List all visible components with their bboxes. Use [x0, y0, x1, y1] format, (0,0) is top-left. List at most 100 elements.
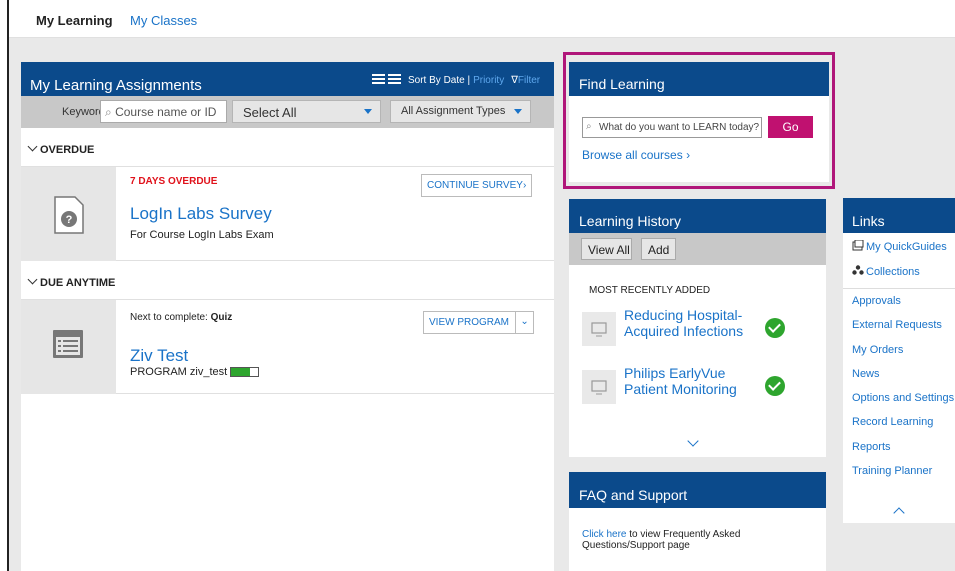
next-to-complete: Next to complete: Quiz — [130, 312, 232, 323]
survey-document-icon: ? — [54, 196, 84, 234]
link-training-planner[interactable]: Training Planner — [852, 465, 932, 477]
collections-link[interactable]: Collections — [852, 265, 920, 278]
chevron-down-icon[interactable] — [687, 435, 699, 447]
learning-history-title: Learning History — [579, 213, 681, 229]
search-icon: ⌕ — [586, 121, 592, 132]
faq-title: FAQ and Support — [579, 487, 688, 503]
assignment-thumbnail: ? — [21, 167, 116, 261]
overdue-section-toggle[interactable]: OVERDUE — [21, 128, 554, 167]
find-learning-header: Find Learning — [569, 62, 829, 96]
completed-check-icon — [765, 318, 785, 338]
select-all-value: Select All — [243, 105, 297, 120]
keyword-label: Keyword — [62, 106, 105, 118]
find-learning-title: Find Learning — [579, 76, 665, 92]
link-news[interactable]: News — [852, 368, 880, 380]
due-anytime-label: DUE ANYTIME — [40, 277, 116, 289]
link-options-settings[interactable]: Options and Settings — [852, 392, 954, 404]
assignment-item: ? 7 DAYS OVERDUE LogIn Labs Survey For C… — [21, 167, 554, 261]
chevron-down-icon — [27, 141, 38, 152]
sort-by-date[interactable]: Sort By Date | — [408, 75, 470, 86]
learning-history-panel: Learning History View All Add MOST RECEN… — [569, 199, 826, 457]
list-view-icon[interactable] — [372, 74, 385, 86]
search-icon: ⌕ — [105, 105, 112, 119]
find-learning-panel: Find Learning ⌕ What do you want to LEAR… — [569, 62, 829, 182]
filter-link[interactable]: Filter — [518, 75, 540, 86]
monitor-icon — [582, 312, 616, 346]
program-progress-fill — [231, 368, 251, 377]
assignment-types-value: All Assignment Types — [401, 105, 506, 117]
history-item-title-link[interactable]: Reducing Hospital-Acquired Infections — [624, 307, 764, 339]
go-button[interactable]: Go — [768, 116, 813, 138]
chevron-right-icon: › — [522, 180, 527, 191]
program-info: PROGRAM ziv_test — [130, 366, 260, 378]
assignment-title-link[interactable]: LogIn Labs Survey — [130, 204, 272, 224]
monitor-icon — [582, 370, 616, 404]
link-record-learning[interactable]: Record Learning — [852, 416, 933, 428]
detail-view-icon[interactable] — [388, 74, 401, 86]
learn-search-placeholder: What do you want to LEARN today? — [599, 122, 760, 133]
history-item: Philips EarlyVue Patient Monitoring — [582, 365, 812, 409]
chevron-right-icon: › — [686, 148, 691, 162]
chevron-up-icon[interactable] — [893, 507, 905, 519]
faq-text: Click here to view Frequently Asked Ques… — [582, 529, 782, 551]
view-program-button[interactable]: VIEW PROGRAM ⌄ — [423, 311, 535, 334]
next-prefix: Next to complete: — [130, 312, 208, 323]
chevron-down-icon — [364, 109, 372, 114]
links-panel: Links My QuickGuides Collections Approva… — [843, 198, 955, 523]
history-item-title-link[interactable]: Philips EarlyVue Patient Monitoring — [624, 365, 764, 397]
assignments-filter-bar: Keyword ⌕ Course name or ID Select All A… — [21, 96, 554, 128]
select-all-dropdown[interactable]: Select All — [232, 100, 381, 123]
program-name: PROGRAM ziv_test — [130, 366, 228, 378]
faq-header: FAQ and Support — [569, 472, 826, 508]
collections-icon — [852, 265, 864, 275]
faq-click-here-link[interactable]: Click here — [582, 529, 626, 540]
chevron-down-icon — [514, 109, 522, 114]
links-divider — [843, 288, 955, 289]
filter-icon[interactable]: ∇ — [511, 75, 518, 86]
history-toolbar: View All Add — [569, 233, 826, 265]
link-my-orders[interactable]: My Orders — [852, 344, 903, 356]
faq-support-panel: FAQ and Support Click here to view Frequ… — [569, 472, 826, 571]
link-external-requests[interactable]: External Requests — [852, 319, 942, 331]
chevron-down-icon — [27, 274, 38, 285]
link-reports[interactable]: Reports — [852, 441, 891, 453]
assignment-types-dropdown[interactable]: All Assignment Types — [390, 100, 531, 123]
learning-history-header: Learning History — [569, 199, 826, 233]
keyword-search-input[interactable]: ⌕ Course name or ID — [100, 100, 227, 123]
assignments-title: My Learning Assignments — [30, 77, 202, 94]
program-list-icon — [53, 330, 83, 358]
browse-all-courses-link[interactable]: Browse all courses › — [582, 148, 690, 162]
continue-survey-button[interactable]: CONTINUE SURVEY› — [421, 174, 533, 197]
assignments-header: My Learning Assignments Sort By Date | P… — [21, 62, 554, 96]
add-button[interactable]: Add — [641, 238, 676, 260]
links-header: Links — [843, 198, 955, 233]
tab-my-classes[interactable]: My Classes — [130, 13, 197, 28]
keyword-placeholder: Course name or ID — [115, 105, 217, 119]
due-anytime-section-toggle[interactable]: DUE ANYTIME — [21, 261, 554, 300]
sort-priority-link[interactable]: Priority — [473, 75, 504, 86]
assignment-item: Next to complete: Quiz Ziv Test PROGRAM … — [21, 300, 554, 394]
browse-label: Browse all courses — [582, 148, 683, 162]
tab-my-learning[interactable]: My Learning — [36, 13, 113, 28]
learn-search-input[interactable]: ⌕ What do you want to LEARN today? — [582, 117, 762, 138]
quickguide-icon — [852, 240, 864, 251]
next-value: Quiz — [210, 312, 233, 323]
links-title: Links — [852, 213, 885, 229]
view-all-button[interactable]: View All — [581, 238, 632, 260]
assignment-subtitle: For Course LogIn Labs Exam — [130, 229, 274, 241]
svg-text:?: ? — [66, 214, 73, 226]
top-nav: My Learning My Classes — [9, 0, 955, 38]
recently-added-label: MOST RECENTLY ADDED — [589, 285, 711, 296]
program-title-link[interactable]: Ziv Test — [130, 346, 188, 366]
sort-controls: Sort By Date | Priority ∇ Filter — [372, 74, 540, 86]
chevron-down-icon[interactable]: ⌄ — [515, 312, 533, 333]
overdue-label: OVERDUE — [40, 144, 95, 156]
quickguides-link[interactable]: My QuickGuides — [852, 240, 947, 253]
link-approvals[interactable]: Approvals — [852, 295, 901, 307]
assignment-thumbnail — [21, 300, 116, 394]
view-program-label: VIEW PROGRAM — [429, 317, 510, 328]
continue-survey-label: CONTINUE SURVEY — [427, 180, 523, 191]
assignments-panel: My Learning Assignments Sort By Date | P… — [21, 62, 554, 571]
program-progress-bar — [230, 367, 260, 378]
overdue-status: 7 DAYS OVERDUE — [130, 176, 218, 187]
